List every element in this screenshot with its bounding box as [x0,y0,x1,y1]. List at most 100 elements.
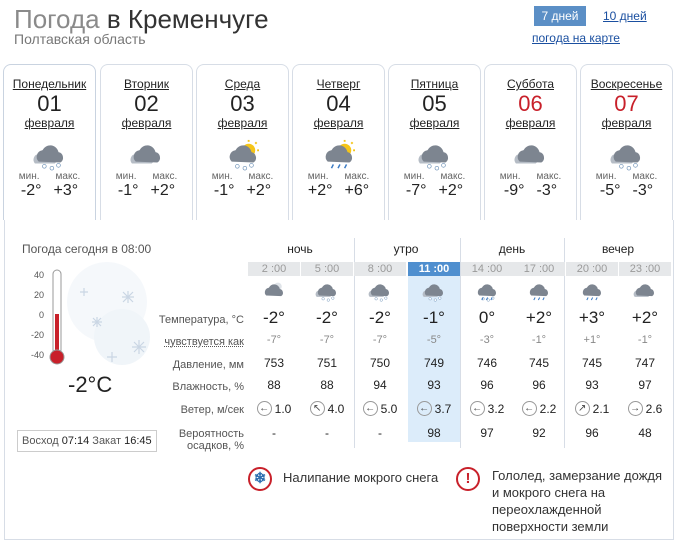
snow-cloud-icon [367,280,393,302]
hour-feels-like: -5° [426,334,442,346]
hour-temperature: -2° [316,308,338,327]
row-label-feels-like[interactable]: чувствуется как [164,336,244,348]
hour-pressure: 747 [634,356,656,370]
hour-precipitation: 96 [585,426,599,440]
thermometer-tick-label: -40 [30,350,44,360]
hour-feels-like: -7° [319,334,335,346]
day-month: февраля [601,116,652,130]
hour-label: 11 :00 [408,262,460,276]
day-tab[interactable]: Вторник 02 февраля мин. макс. -1° +2° [100,64,193,220]
day-tab[interactable]: Среда 03 февраля мин. макс. -1° +2° [196,64,289,220]
snow-cloud-icon [415,139,455,171]
max-temp: +2° [438,182,464,199]
wind-direction-icon: ← [256,401,272,416]
range-10-days-link[interactable]: 10 дней [603,9,647,23]
hour-precipitation: - [272,426,276,440]
hour-pressure: 745 [528,356,550,370]
day-name: Пятница [410,77,459,91]
period-night: ночь [287,242,313,256]
snow-cloud-icon [421,280,447,302]
today-label: Погода сегодня в 08:00 [22,242,152,256]
range-7-days-button[interactable]: 7 дней [534,6,586,26]
max-temp: -3° [632,182,654,199]
day-tab[interactable]: Воскресенье 07 февраля мин. макс. -5° -3° [580,64,673,220]
hour-precipitation: - [325,426,329,440]
day-tab[interactable]: Пятница 05 февраля мин. макс. -7° +2° [388,64,481,220]
hour-temperature: -1° [423,308,445,327]
max-label: макс. [152,171,178,182]
day-name: Понедельник [12,77,87,91]
snow-cloud-icon [30,139,70,171]
weather-map-link[interactable]: погода на карте [532,31,620,45]
wind-speed: 5.0 [380,401,398,416]
hour-label: 20 :00 [566,262,618,276]
min-label: мин. [115,171,137,182]
day-month: февраля [217,116,268,130]
hour-pressure: 751 [316,356,338,370]
hour-humidity: 97 [638,378,652,392]
min-label: мин. [403,171,425,182]
title-city: в Кременчуге [106,4,269,34]
day-number: 05 [422,91,447,116]
wind-speed: 2.1 [592,401,610,416]
hour-feels-like: -3° [479,334,495,346]
hour-label: 17 :00 [513,262,565,276]
hour-feels-like: -1° [531,334,547,346]
day-name: Воскресенье [590,77,663,91]
exclamation-warning-icon[interactable]: ! [456,467,480,491]
snow-rain-icon [474,280,500,302]
period-morning: утро [393,242,419,256]
day-tab[interactable]: Суббота 06 февраля мин. макс. -9° -3° [484,64,577,220]
hour-precipitation: 92 [532,426,546,440]
thermometer-icon [49,269,65,365]
wind-direction-icon: ← [469,401,485,416]
hour-label: 5 :00 [301,262,353,276]
max-temp: +2° [246,182,272,199]
wind-speed: 2.2 [539,401,557,416]
hour-temperature: +2° [631,308,659,327]
hour-feels-like: -7° [266,334,282,346]
wind-direction-icon: ↖ [309,401,325,416]
rain-cloud-icon [579,280,605,302]
hour-feels-like: -1° [637,334,653,346]
hour-feels-like: -7° [372,334,388,346]
min-temp: -1° [117,182,139,199]
thermometer-tick-label: -20 [30,330,44,340]
min-label: мин. [499,171,521,182]
max-temp: -3° [536,182,558,199]
day-month: февраля [505,116,556,130]
hour-label: 2 :00 [248,262,300,276]
min-label: мин. [595,171,617,182]
row-label-precipitation: Вероятность осадков, % [179,428,244,452]
row-label-pressure: Давление, мм [172,359,244,371]
overcast-icon [632,280,658,302]
overcast-icon [127,139,167,171]
hour-pressure: 753 [263,356,285,370]
day-month: февраля [313,116,364,130]
day-name: Среда [224,77,261,91]
snowflake-warning-icon[interactable]: ❄ [248,467,272,491]
hour-wind: ↖ 4.0 [301,401,353,416]
hour-wind: ← 2.2 [513,401,565,416]
day-number: 06 [518,91,543,116]
hour-label: 8 :00 [354,262,406,276]
precip-label-line1: Вероятность [178,428,244,440]
day-number: 04 [326,91,351,116]
wind-direction-icon: ← [521,401,537,416]
row-label-wind: Ветер, м/сек [180,404,244,416]
day-tab[interactable]: Понедельник 01 февраля мин. макс. -2° +3° [3,64,96,220]
wind-speed: 1.0 [274,401,292,416]
max-label: макс. [344,171,370,182]
max-label: макс. [536,171,562,182]
region-label: Полтавская область [14,31,146,47]
day-number: 03 [230,91,255,116]
day-tab[interactable]: Четверг 04 февраля мин. макс. +2° +6° [292,64,385,220]
overcast-icon [511,139,551,171]
hour-label: 14 :00 [461,262,513,276]
row-label-temperature: Температура, °C [158,314,244,326]
row-label-humidity: Влажность, % [172,381,244,393]
hour-wind: ↗ 2.1 [566,401,618,416]
day-number: 07 [614,91,639,116]
hour-temperature: +2° [525,308,553,327]
hour-temperature: +3° [578,308,606,327]
